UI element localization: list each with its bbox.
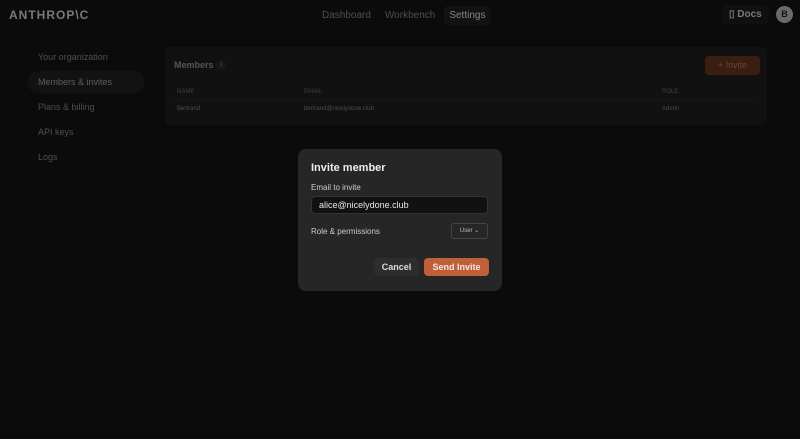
members-count: 1 <box>216 60 226 71</box>
docs-label: Docs <box>737 9 762 20</box>
avatar[interactable]: B <box>776 6 793 23</box>
sidebar-item-logs[interactable]: Logs <box>28 146 144 168</box>
dialog-title: Invite member <box>311 162 386 174</box>
sidebar-item-members[interactable]: Members & invites <box>28 71 144 93</box>
nav-dashboard[interactable]: Dashboard <box>317 6 376 25</box>
divider <box>173 100 759 101</box>
members-title: Members <box>174 60 214 70</box>
col-role: ROLE <box>662 89 679 95</box>
invite-button[interactable]: + Invite <box>705 56 760 75</box>
col-name: NAME <box>177 89 195 95</box>
send-invite-button[interactable]: Send Invite <box>424 258 489 276</box>
sidebar-item-api-keys[interactable]: API keys <box>28 121 144 143</box>
cancel-button[interactable]: Cancel <box>374 258 419 276</box>
member-role: Admin <box>662 106 680 112</box>
col-email: EMAIL <box>304 89 323 95</box>
nav-settings[interactable]: Settings <box>444 6 491 25</box>
member-name: Bertrand <box>177 106 201 112</box>
role-label: Role & permissions <box>311 227 380 236</box>
sidebar-item-organization[interactable]: Your organization <box>28 46 144 68</box>
sidebar-item-billing[interactable]: Plans & billing <box>28 96 144 118</box>
role-select[interactable]: User ⌄ <box>451 223 488 239</box>
docs-button[interactable]: ▯ Docs <box>722 5 769 24</box>
logo[interactable]: ANTHROP\C <box>9 8 89 22</box>
top-nav: Dashboard Workbench Settings <box>317 6 491 25</box>
sidebar: Your organization Members & invites Plan… <box>28 46 144 171</box>
email-input[interactable]: alice@nicelydone.club <box>311 196 488 214</box>
nav-workbench[interactable]: Workbench <box>380 6 440 25</box>
members-panel: Members 1 + Invite NAME EMAIL ROLE Bertr… <box>165 47 767 125</box>
invite-member-dialog: Invite member Email to invite alice@nice… <box>298 149 502 291</box>
member-email: bertrand@nicelydone.club <box>304 106 374 112</box>
email-label: Email to invite <box>311 183 361 192</box>
